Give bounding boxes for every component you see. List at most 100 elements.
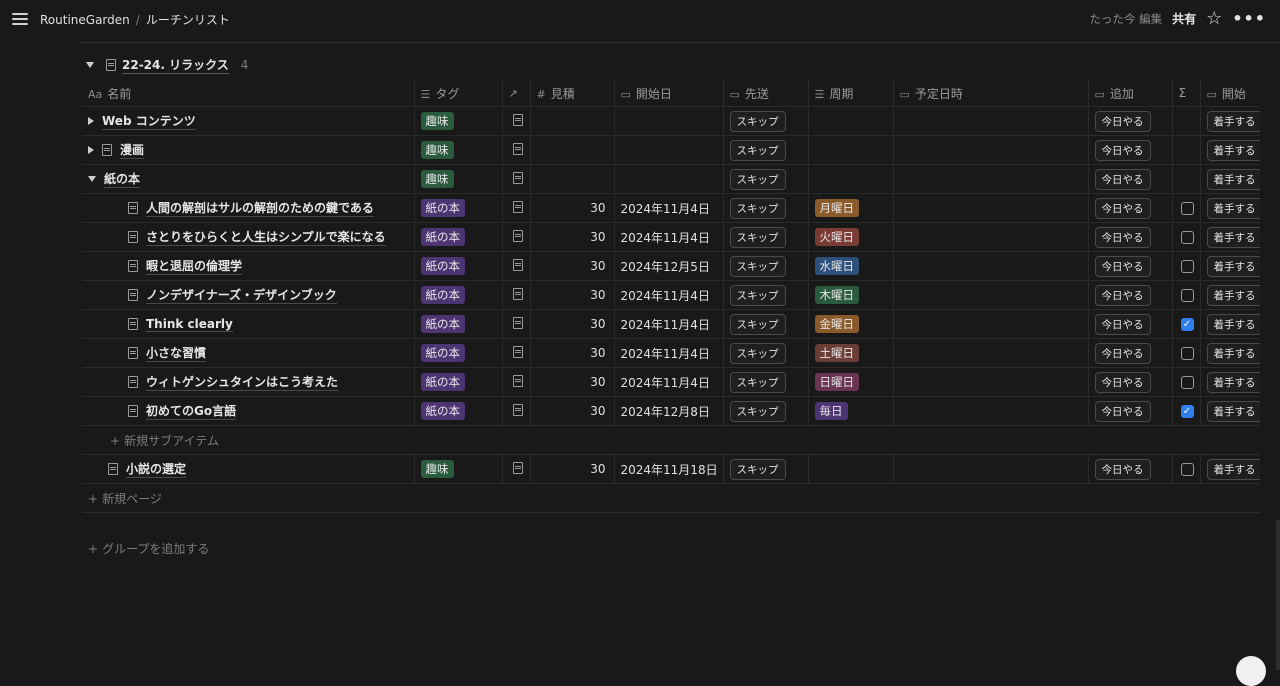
estimate-cell[interactable]: 30 bbox=[530, 193, 615, 223]
col-sum[interactable]: Σ bbox=[1172, 80, 1201, 107]
cycle-tag[interactable]: 月曜日 bbox=[814, 199, 859, 217]
linked-page-icon[interactable] bbox=[512, 345, 523, 358]
cycle-cell[interactable]: 水曜日 bbox=[808, 251, 894, 281]
skip-button[interactable]: スキップ bbox=[729, 342, 786, 364]
skip-button[interactable]: スキップ bbox=[729, 458, 786, 480]
cycle-cell[interactable]: 金曜日 bbox=[808, 309, 894, 339]
name-cell[interactable]: 漫画 bbox=[82, 135, 415, 165]
checkbox[interactable]: ✓ bbox=[1180, 405, 1194, 418]
relation-cell[interactable] bbox=[502, 193, 531, 223]
estimate-cell[interactable]: 30 bbox=[530, 309, 615, 339]
col-postpone[interactable]: ▭ 先送 bbox=[723, 80, 809, 107]
checkbox[interactable] bbox=[1180, 376, 1194, 389]
estimate-cell[interactable] bbox=[530, 106, 615, 136]
col-start[interactable]: ▭ 開始 bbox=[1200, 80, 1260, 107]
row-title[interactable]: 暇と退屈の倫理学 bbox=[146, 257, 243, 275]
checkbox[interactable] bbox=[1180, 463, 1194, 476]
skip-button[interactable]: スキップ bbox=[729, 284, 786, 306]
cycle-cell[interactable]: 毎日 bbox=[808, 396, 894, 426]
scheduled-cell[interactable] bbox=[893, 193, 1089, 223]
begin-button[interactable]: 着手する bbox=[1206, 342, 1260, 364]
col-start-date[interactable]: ▭ 開始日 bbox=[614, 80, 724, 107]
tag-cell[interactable]: 趣味 bbox=[414, 164, 503, 194]
cycle-tag[interactable]: 毎日 bbox=[814, 402, 848, 420]
relation-cell[interactable] bbox=[502, 164, 531, 194]
linked-page-icon[interactable] bbox=[512, 229, 523, 242]
more-icon[interactable]: ••• bbox=[1232, 9, 1266, 28]
scheduled-cell[interactable] bbox=[893, 135, 1089, 165]
col-estimate[interactable]: # 見積 bbox=[530, 80, 615, 107]
begin-button[interactable]: 着手する bbox=[1206, 110, 1260, 132]
col-tag[interactable]: ☰ タグ bbox=[414, 80, 503, 107]
start-date-cell[interactable]: 2024年11月4日 bbox=[614, 309, 724, 339]
tag-cell[interactable]: 紙の本 bbox=[414, 367, 503, 397]
row-title[interactable]: Web コンテンツ bbox=[102, 112, 196, 130]
tag-cell[interactable]: 紙の本 bbox=[414, 309, 503, 339]
col-name[interactable]: Aa 名前 bbox=[82, 80, 415, 107]
tag-cell[interactable]: 趣味 bbox=[414, 106, 503, 136]
table-row[interactable]: 小さな習慣 紙の本 30 2024年11月4日 スキップ 土曜日 今日やる 着手する bbox=[82, 338, 1260, 368]
tag-cell[interactable]: 紙の本 bbox=[414, 396, 503, 426]
cycle-cell[interactable] bbox=[808, 164, 894, 194]
today-button[interactable]: 今日やる bbox=[1094, 284, 1151, 306]
cycle-cell[interactable]: 土曜日 bbox=[808, 338, 894, 368]
cycle-cell[interactable] bbox=[808, 135, 894, 165]
linked-page-icon[interactable] bbox=[512, 258, 523, 271]
skip-button[interactable]: スキップ bbox=[729, 139, 786, 161]
relation-cell[interactable] bbox=[502, 251, 531, 281]
name-cell[interactable]: 人間の解剖はサルの解剖のための鍵である bbox=[82, 193, 415, 223]
skip-button[interactable]: スキップ bbox=[729, 110, 786, 132]
menu-icon[interactable] bbox=[12, 11, 28, 25]
start-date-cell[interactable]: 2024年11月4日 bbox=[614, 222, 724, 252]
group-title[interactable]: 22-24. リラックス bbox=[122, 56, 229, 74]
estimate-cell[interactable]: 30 bbox=[530, 396, 615, 426]
estimate-cell[interactable]: 30 bbox=[530, 338, 615, 368]
cycle-tag[interactable]: 金曜日 bbox=[814, 315, 859, 333]
table-row[interactable]: 初めてのGo言語 紙の本 30 2024年12月8日 スキップ 毎日 今日やる ✓ 着手する bbox=[82, 396, 1260, 426]
today-button[interactable]: 今日やる bbox=[1094, 226, 1151, 248]
cycle-tag[interactable]: 木曜日 bbox=[814, 286, 859, 304]
col-cycle[interactable]: ☰ 周期 bbox=[808, 80, 894, 107]
estimate-cell[interactable]: 30 bbox=[530, 251, 615, 281]
scrollbar[interactable] bbox=[1276, 520, 1280, 670]
expand-icon[interactable] bbox=[88, 146, 94, 154]
linked-page-icon[interactable] bbox=[512, 171, 523, 184]
tag-cell[interactable]: 紙の本 bbox=[414, 251, 503, 281]
begin-button[interactable]: 着手する bbox=[1206, 371, 1260, 393]
add-subitem-row[interactable]: + 新規サブアイテム bbox=[82, 425, 1260, 455]
name-cell[interactable]: 小さな習慣 bbox=[82, 338, 415, 368]
estimate-cell[interactable]: 30 bbox=[530, 367, 615, 397]
skip-button[interactable]: スキップ bbox=[729, 197, 786, 219]
row-title[interactable]: 漫画 bbox=[120, 141, 145, 159]
start-date-cell[interactable]: 2024年12月8日 bbox=[614, 396, 724, 426]
table-row[interactable]: 小説の選定 趣味 30 2024年11月18日 スキップ 今日やる 着手する bbox=[82, 454, 1260, 484]
help-button[interactable] bbox=[1236, 656, 1266, 686]
relation-cell[interactable] bbox=[502, 222, 531, 252]
relation-cell[interactable] bbox=[502, 280, 531, 310]
scheduled-cell[interactable] bbox=[893, 106, 1089, 136]
begin-button[interactable]: 着手する bbox=[1206, 313, 1260, 335]
start-date-cell[interactable]: 2024年11月4日 bbox=[614, 280, 724, 310]
relation-cell[interactable] bbox=[502, 106, 531, 136]
begin-button[interactable]: 着手する bbox=[1206, 197, 1260, 219]
start-date-cell[interactable]: 2024年12月5日 bbox=[614, 251, 724, 281]
cycle-cell[interactable] bbox=[808, 454, 894, 484]
relation-cell[interactable] bbox=[502, 454, 531, 484]
start-date-cell[interactable]: 2024年11月4日 bbox=[614, 367, 724, 397]
cycle-cell[interactable]: 火曜日 bbox=[808, 222, 894, 252]
col-scheduled[interactable]: ▭ 予定日時 bbox=[893, 80, 1089, 107]
name-cell[interactable]: Web コンテンツ bbox=[82, 106, 415, 136]
row-title[interactable]: 紙の本 bbox=[104, 170, 141, 188]
row-title[interactable]: 人間の解剖はサルの解剖のための鍵である bbox=[146, 199, 374, 217]
breadcrumb-root[interactable]: RoutineGarden bbox=[40, 13, 130, 27]
skip-button[interactable]: スキップ bbox=[729, 313, 786, 335]
today-button[interactable]: 今日やる bbox=[1094, 197, 1151, 219]
today-button[interactable]: 今日やる bbox=[1094, 168, 1151, 190]
checkbox[interactable] bbox=[1180, 231, 1194, 244]
today-button[interactable]: 今日やる bbox=[1094, 313, 1151, 335]
checkbox[interactable] bbox=[1180, 347, 1194, 360]
linked-page-icon[interactable] bbox=[512, 316, 523, 329]
col-add[interactable]: ▭ 追加 bbox=[1088, 80, 1173, 107]
row-title[interactable]: 小さな習慣 bbox=[146, 344, 207, 362]
tag-cell[interactable]: 紙の本 bbox=[414, 338, 503, 368]
